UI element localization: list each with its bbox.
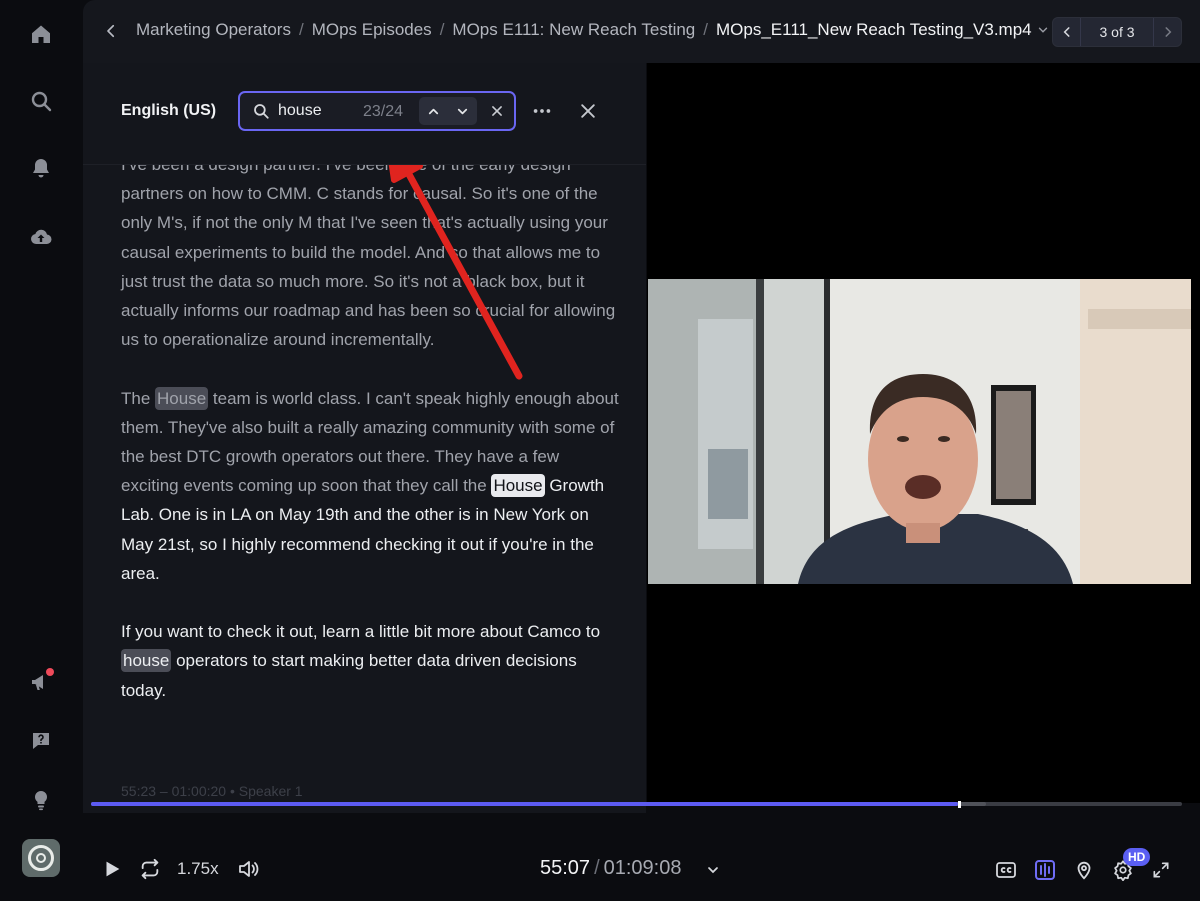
pager-next-button[interactable] <box>1153 18 1181 46</box>
breadcrumb-separator: / <box>703 20 708 39</box>
pager-previous-button[interactable] <box>1053 18 1081 46</box>
video-frame[interactable] <box>648 279 1191 584</box>
progress-bar[interactable] <box>91 801 1182 808</box>
total-time: 01:09:08 <box>603 857 682 879</box>
breadcrumb-current-file[interactable]: MOps_E111_New Reach Testing_V3.mp4 <box>716 20 1032 40</box>
transcript-text: If you want to check it out, learn a lit… <box>121 622 601 642</box>
breadcrumb-separator: / <box>298 20 304 39</box>
transcript-paragraph[interactable]: I've been a design partner. I've been on… <box>121 150 621 354</box>
clear-search-icon[interactable] <box>488 102 506 120</box>
breadcrumb-episode[interactable]: MOps E111: New Reach Testing <box>452 20 695 40</box>
breadcrumb-mops-episodes[interactable]: MOps Episodes <box>312 20 432 40</box>
language-selector[interactable]: English (US) <box>121 102 216 120</box>
marker-icon[interactable] <box>1071 857 1097 883</box>
segment-timestamp: 55:23 – 01:00:20 • Speaker 1 <box>121 783 303 799</box>
match-navigation <box>419 97 477 125</box>
search-input[interactable] <box>278 100 358 122</box>
quality-badge[interactable]: HD <box>1123 848 1151 866</box>
more-options-icon[interactable] <box>529 99 555 123</box>
search-icon <box>252 102 270 120</box>
app-window: Marketing Operators / MOps Episodes / MO… <box>0 0 1200 901</box>
bell-icon[interactable] <box>26 153 56 183</box>
lightbulb-icon[interactable] <box>26 785 56 815</box>
back-chevron-icon[interactable] <box>99 18 123 44</box>
transcript-text: operators to start making better data dr… <box>121 651 577 700</box>
home-icon[interactable] <box>26 19 56 49</box>
volume-icon[interactable] <box>235 856 261 882</box>
top-bar: Marketing Operators / MOps Episodes / MO… <box>83 0 1200 63</box>
transcript-paragraph[interactable]: The House team is world class. I can't s… <box>121 384 621 588</box>
transcript-panel: English (US) 23/24 <box>83 63 646 813</box>
logo-mark-icon <box>28 845 54 871</box>
breadcrumb: Marketing Operators / MOps Episodes / MO… <box>136 20 1050 40</box>
progress-played <box>91 802 959 806</box>
current-search-match[interactable]: House <box>491 474 545 498</box>
previous-match-button[interactable] <box>419 97 448 125</box>
breadcrumb-marketing-operators[interactable]: Marketing Operators <box>136 20 291 40</box>
search-icon[interactable] <box>26 86 56 116</box>
playback-speed[interactable]: 1.75x <box>177 859 219 879</box>
transcript-header: English (US) 23/24 <box>83 63 646 165</box>
close-panel-icon[interactable] <box>577 100 599 122</box>
search-match-count: 23/24 <box>363 103 404 120</box>
pager-position: 3 of 3 <box>1099 24 1135 40</box>
file-pager: 3 of 3 <box>1052 17 1182 47</box>
video-player[interactable] <box>647 63 1200 803</box>
transcript-paragraph[interactable]: If you want to check it out, learn a lit… <box>121 617 621 705</box>
time-separator: / <box>594 857 600 879</box>
time-display: 55:07/01:09:08 <box>540 857 681 880</box>
transcript-search-box: 23/24 <box>238 91 516 131</box>
cloud-upload-icon[interactable] <box>26 222 56 252</box>
play-icon[interactable] <box>100 857 124 881</box>
left-rail <box>0 0 82 901</box>
workspace-logo[interactable] <box>22 839 60 877</box>
breadcrumb-separator: / <box>439 20 445 39</box>
search-match-highlight[interactable]: house <box>121 649 172 673</box>
chevron-down-icon[interactable] <box>703 860 723 880</box>
next-match-button[interactable] <box>448 97 477 125</box>
chevron-down-icon[interactable] <box>1036 23 1050 37</box>
fullscreen-icon[interactable] <box>1149 858 1173 882</box>
chevron-up-icon <box>428 108 439 114</box>
transcript-text: The <box>121 388 151 408</box>
megaphone-icon[interactable] <box>26 667 56 697</box>
transcript-body: I've been a design partner. I've been on… <box>121 150 621 734</box>
help-chat-icon[interactable] <box>26 726 56 756</box>
chevron-down-icon <box>457 108 468 114</box>
notification-dot <box>46 668 54 676</box>
speaker-video-image <box>648 279 1191 584</box>
progress-handle[interactable] <box>958 801 962 808</box>
search-match-highlight[interactable]: House <box>155 386 209 410</box>
captions-icon[interactable] <box>993 857 1019 883</box>
loop-icon[interactable] <box>138 857 162 881</box>
transcript-icon[interactable] <box>1031 856 1059 884</box>
player-controls: 1.75x 55:07/01:09:08 HD <box>83 813 1200 901</box>
current-time: 55:07 <box>540 857 591 879</box>
